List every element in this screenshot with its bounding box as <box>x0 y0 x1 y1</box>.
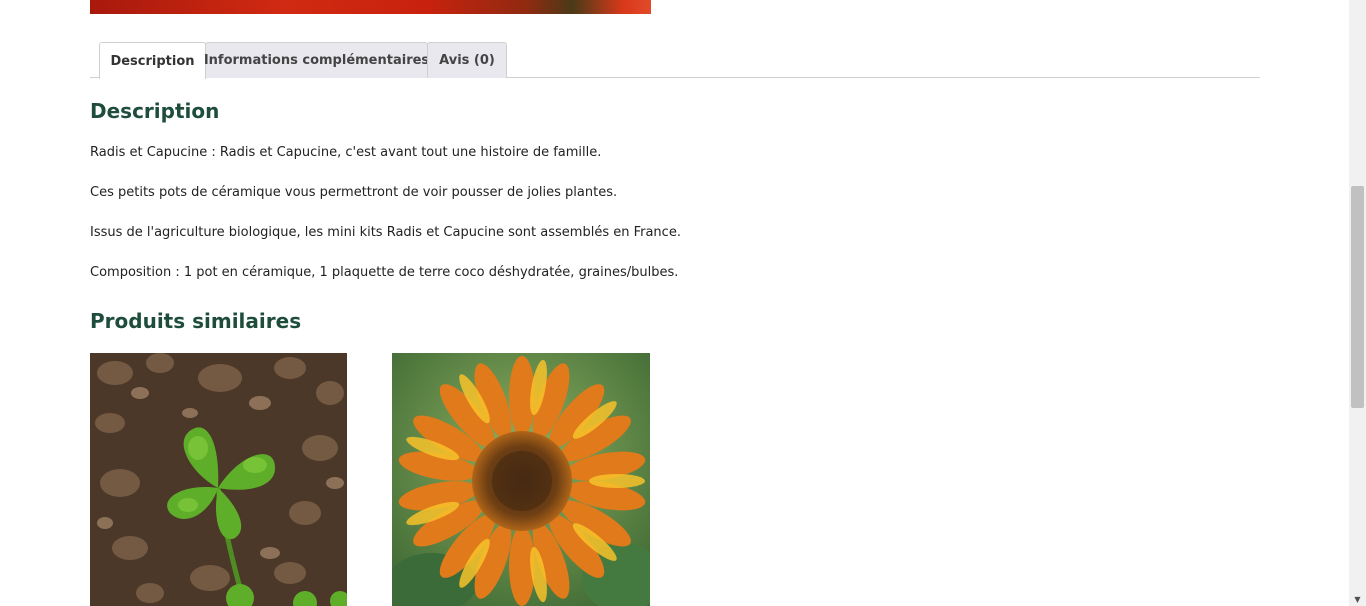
related-product-clover-image[interactable] <box>90 353 347 606</box>
tab-additional-information[interactable]: Informations complémentaires <box>204 42 429 78</box>
scroll-down-arrow-icon[interactable]: ▼ <box>1349 592 1366 606</box>
product-tabs: Description Informations complémentaires… <box>90 42 1260 79</box>
related-products-heading: Produits similaires <box>90 309 302 333</box>
description-paragraph: Issus de l'agriculture biologique, les m… <box>90 225 681 240</box>
tab-reviews[interactable]: Avis (0) <box>427 42 507 78</box>
clover-picture <box>90 353 347 606</box>
description-paragraph: Ces petits pots de céramique vous permet… <box>90 185 618 200</box>
description-paragraph: Composition : 1 pot en céramique, 1 plaq… <box>90 265 679 280</box>
product-main-image <box>90 0 651 14</box>
description-heading: Description <box>90 99 220 123</box>
scrollbar-thumb[interactable] <box>1351 186 1364 408</box>
tab-description[interactable]: Description <box>99 42 206 79</box>
sunflower-picture <box>392 353 650 606</box>
page-scrollbar[interactable]: ▼ <box>1349 0 1366 606</box>
related-product-sunflower-image[interactable] <box>392 353 650 606</box>
description-paragraph: Radis et Capucine : Radis et Capucine, c… <box>90 145 602 160</box>
